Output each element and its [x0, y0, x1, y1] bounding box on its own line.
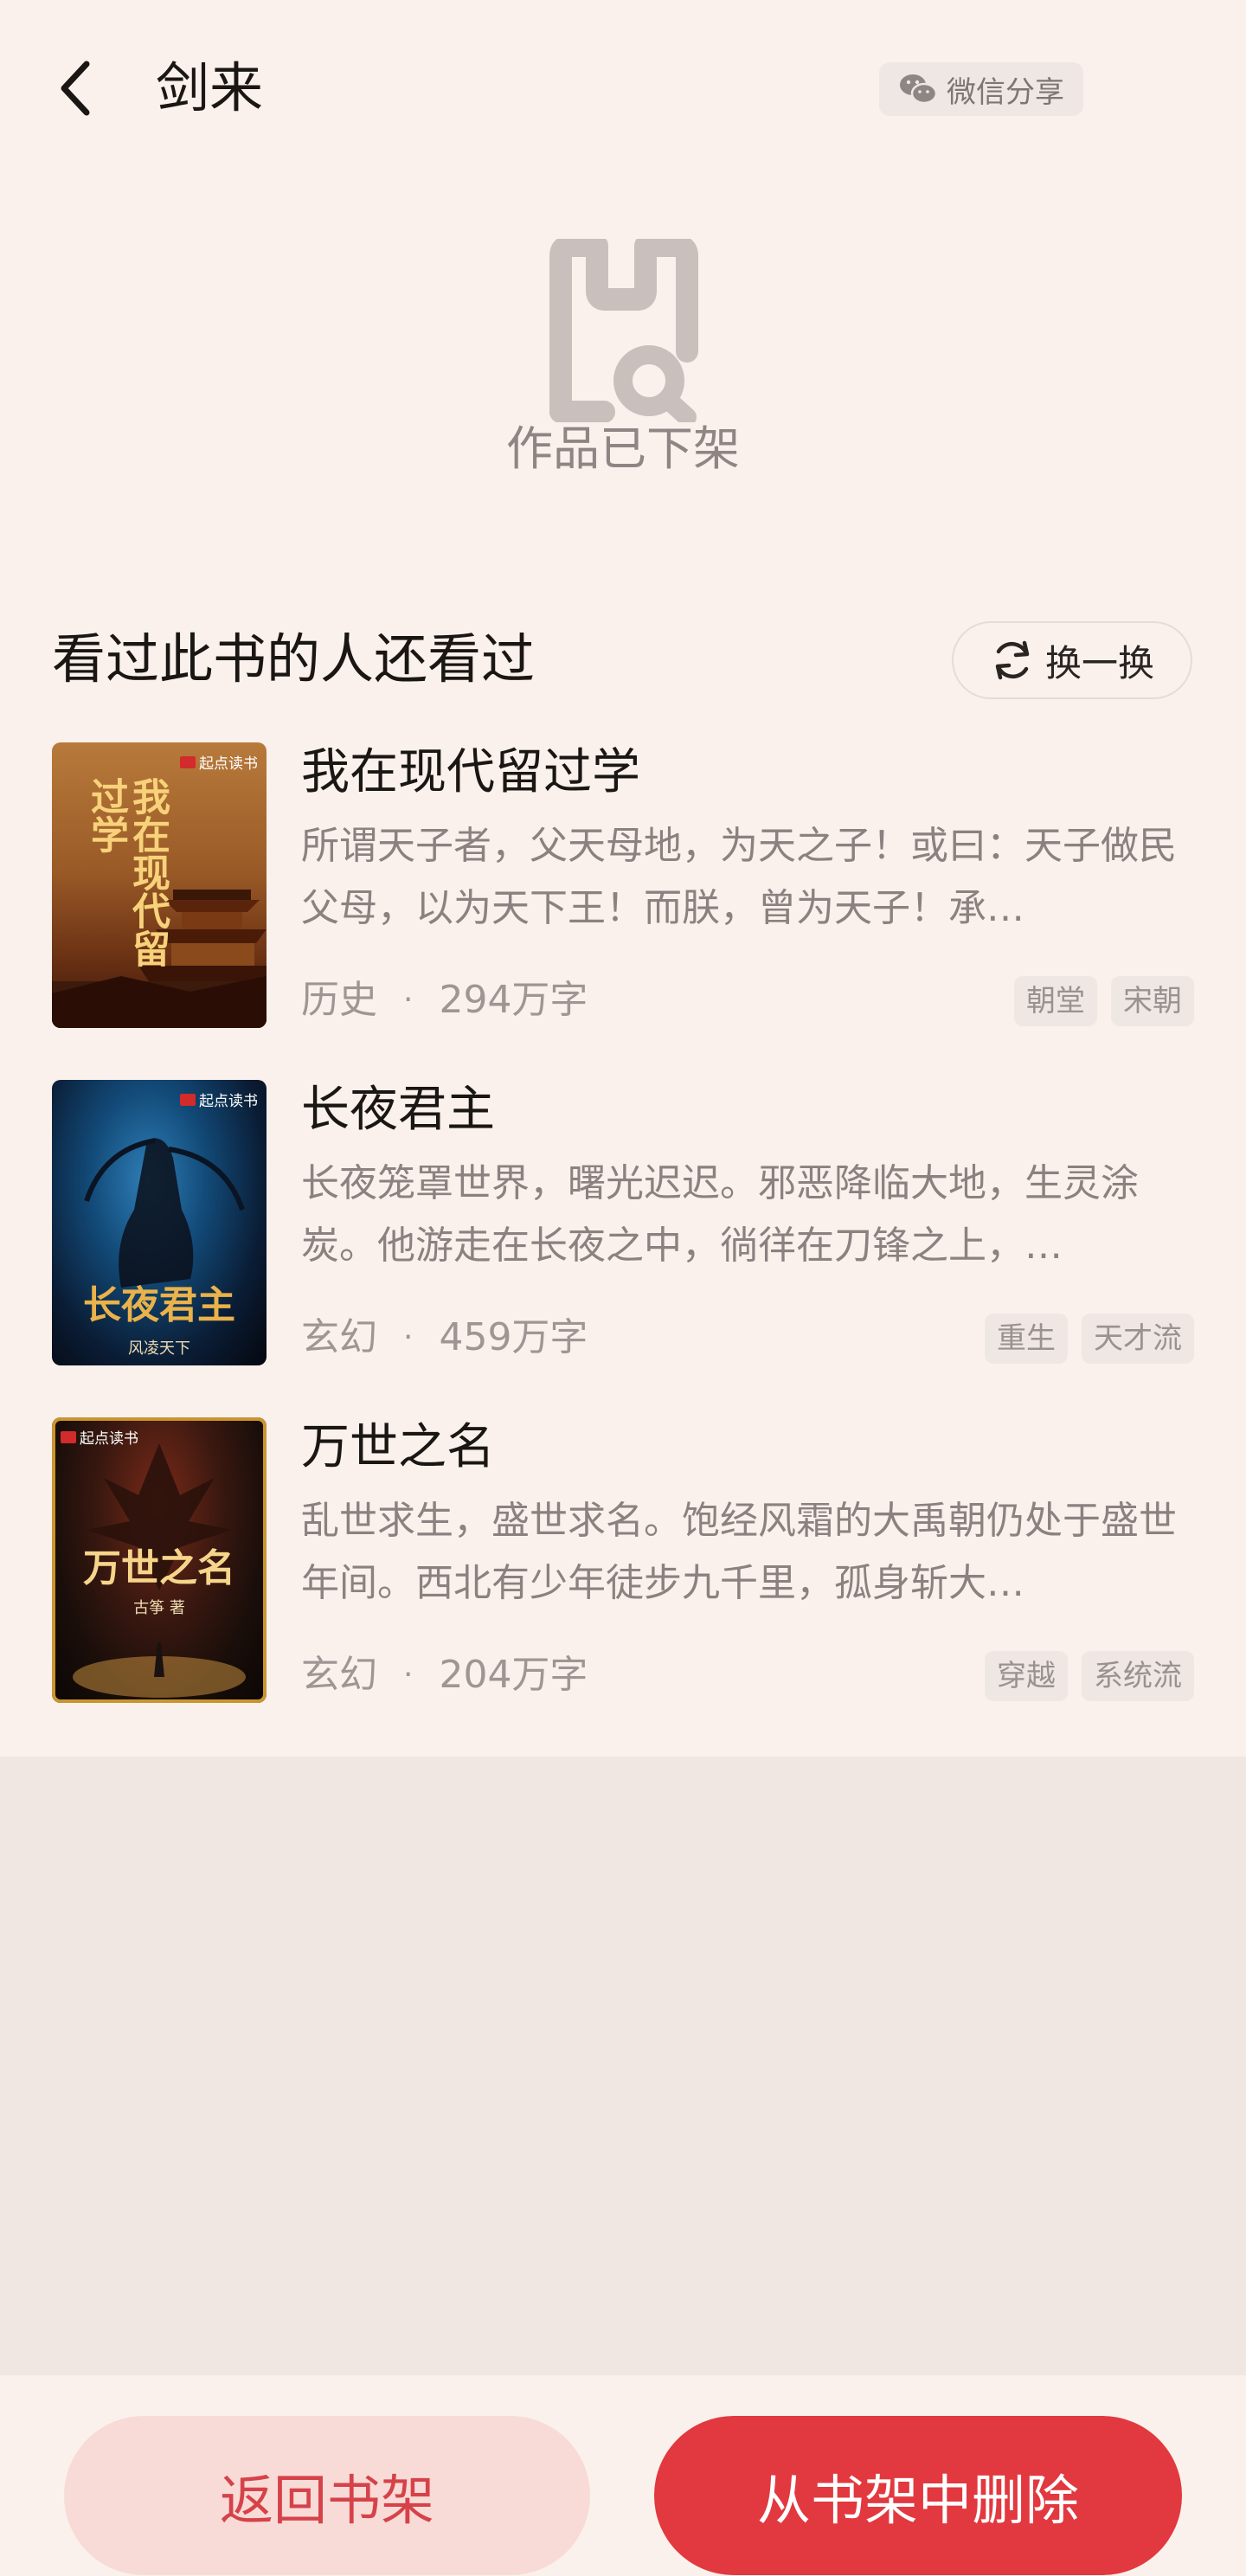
book-category: 玄幻 [301, 1315, 377, 1359]
book-title: 万世之名 [301, 1419, 495, 1475]
cover-title: 万世之名 [83, 1546, 235, 1590]
cover-title: 我在现代留过学 [84, 777, 170, 967]
book-description: 长夜笼罩世界，曙光迟迟。邪恶降临大地，生灵涂炭。他游走在长夜之中，徜徉在刀锋之上… [301, 1161, 1139, 1268]
offline-status-text: 作品已下架 [506, 421, 740, 476]
book-meta: 历史 · 294万字 [301, 974, 588, 1026]
return-to-bookshelf-button[interactable]: 返回书架 [64, 2416, 590, 2575]
remove-from-bookshelf-button[interactable]: 从书架中删除 [654, 2416, 1182, 2575]
wechat-share-button[interactable]: 微信分享 [879, 62, 1083, 116]
book-description: 乱世求生，盛世求名。饱经风霜的大禹朝仍处于盛世年间。西北有少年徒步九千里，孤身斩… [301, 1499, 1177, 1605]
book-item[interactable]: 起点读书 万世之名 古筝 著 万世之名 乱世求生，盛世求名。饱经风霜的大禹朝仍处… [52, 1417, 1194, 1703]
book-item[interactable]: 起点读书 长夜君主 风凌天下 长夜君主 长夜笼罩世界，曙光迟迟。邪恶降临大地，生… [52, 1080, 1194, 1365]
meta-separator: · [403, 1657, 414, 1693]
book-category: 历史 [301, 978, 377, 1022]
wechat-icon [900, 74, 938, 105]
book-meta: 玄幻 · 204万字 [301, 1649, 588, 1701]
section-title: 看过此书的人还看过 [52, 627, 536, 691]
book-description: 所谓天子者，父天母地，为天之子！或曰：天子做民父母，以为天下王！而朕，曾为天子！… [301, 824, 1177, 930]
book-cover[interactable]: 起点读书 长夜君主 风凌天下 [52, 1080, 267, 1365]
book-category: 玄幻 [301, 1653, 377, 1697]
book-tags: 重生 天才流 [985, 1314, 1194, 1364]
tag[interactable]: 重生 [985, 1314, 1068, 1364]
book-tags: 朝堂 宋朝 [1014, 976, 1194, 1026]
cover-title: 长夜君主 [83, 1283, 235, 1327]
tag[interactable]: 天才流 [1082, 1314, 1194, 1364]
book-meta: 玄幻 · 459万字 [301, 1312, 588, 1364]
meta-separator: · [403, 1320, 414, 1355]
book-tags: 穿越 系统流 [985, 1651, 1194, 1701]
book-item[interactable]: 起点读书 我在现代留过学 我在现代留过学 所谓天子者，父天母地，为天之子！或曰：… [52, 742, 1194, 1028]
tag[interactable]: 宋朝 [1111, 976, 1194, 1026]
page-title: 剑来 [156, 56, 264, 119]
back-button[interactable] [48, 57, 100, 119]
content-panel: 剑来 微信分享 作品已下架 看过此书的人还看过 换一换 起点读书 我在现代留过学… [0, 0, 1246, 1757]
book-search-icon [549, 239, 698, 422]
wechat-share-label: 微信分享 [947, 74, 1064, 110]
book-title: 我在现代留过学 [301, 744, 640, 800]
cover-publisher: 起点读书 [61, 1426, 138, 1448]
book-cover[interactable]: 起点读书 我在现代留过学 [52, 742, 267, 1028]
tag[interactable]: 朝堂 [1014, 976, 1097, 1026]
tag[interactable]: 系统流 [1082, 1651, 1194, 1701]
book-cover[interactable]: 起点读书 万世之名 古筝 著 [52, 1417, 267, 1703]
cover-publisher: 起点读书 [180, 1089, 258, 1110]
book-word-count: 459万字 [439, 1315, 588, 1359]
cover-author: 风凌天下 [128, 1339, 190, 1358]
tag[interactable]: 穿越 [985, 1651, 1068, 1701]
refresh-icon [995, 640, 1030, 680]
cover-author: 古筝 著 [133, 1599, 185, 1617]
book-word-count: 294万字 [439, 978, 588, 1022]
bottom-action-bar: 返回书架 从书架中删除 [0, 2375, 1246, 2576]
book-title: 长夜君主 [301, 1082, 495, 1138]
refresh-button[interactable]: 换一换 [952, 621, 1192, 699]
book-word-count: 204万字 [439, 1653, 588, 1697]
meta-separator: · [403, 982, 414, 1018]
cover-publisher: 起点读书 [180, 751, 258, 773]
chevron-left-icon [61, 61, 90, 116]
refresh-label: 换一换 [1044, 641, 1154, 684]
